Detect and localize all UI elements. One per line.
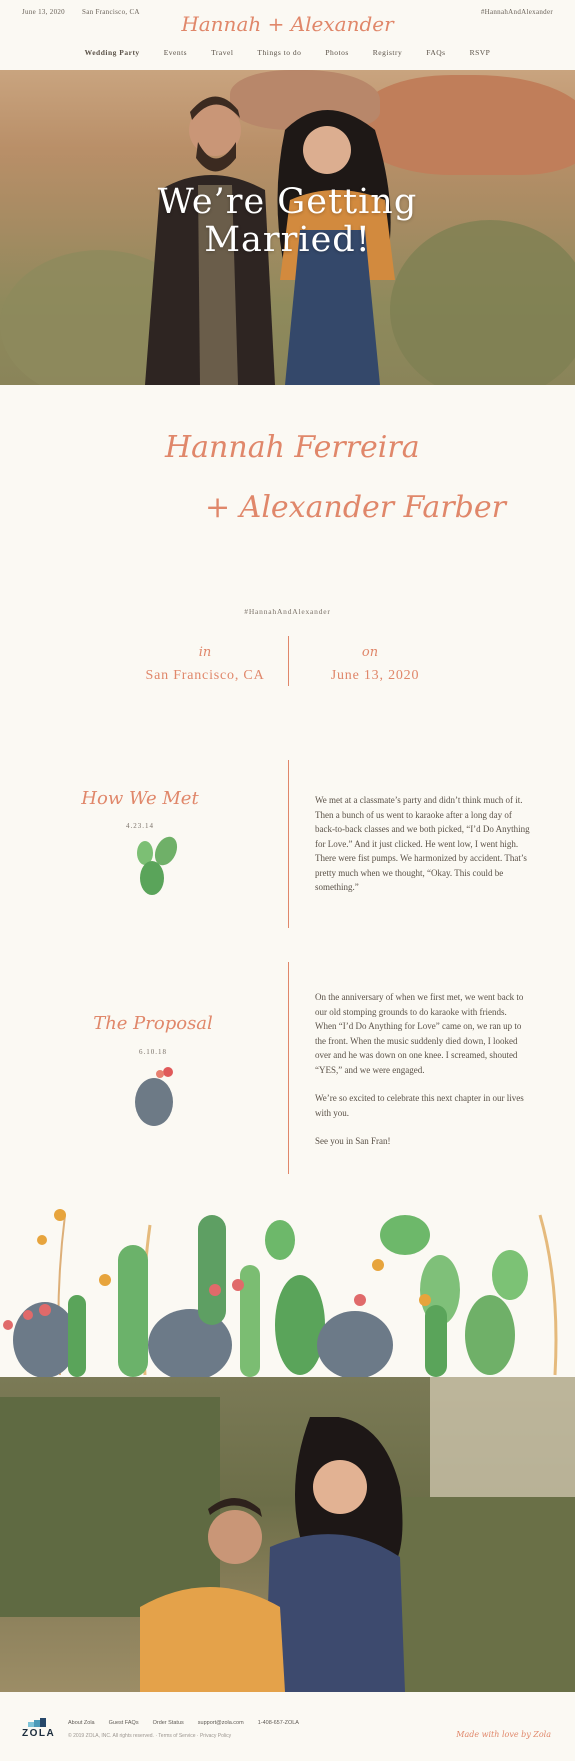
round-cactus-icon [135,1067,173,1126]
hero-title: We’re Getting Married! [0,183,575,259]
couple-photo [0,1377,575,1692]
made-with-love: Made with love by Zola [456,1730,551,1739]
cactus-icon [137,836,178,895]
footer-link-support-email[interactable]: support@zola.com [198,1720,244,1726]
nav-wedding-party[interactable]: Wedding Party [73,48,152,57]
nav-photos[interactable]: Photos [313,48,360,57]
nav-registry[interactable]: Registry [361,48,414,57]
couple-name-2: + Alexander Farber [205,490,506,525]
zola-logo-mark-icon [28,1718,46,1727]
nav-faqs[interactable]: FAQs [414,48,457,57]
story-date: 4.23.14 [126,822,154,830]
wedding-date: June 13, 2020 [330,668,420,683]
couple-figures [140,1417,405,1692]
in-label: in [198,645,212,660]
nav-rsvp[interactable]: RSVP [458,48,503,57]
wedding-location: San Francisco, CA [145,668,265,683]
story-date: 6.10.18 [139,1048,167,1056]
hero-title-line2: Married! [204,220,371,260]
story-paragraph: We met at a classmate’s party and didn’t… [315,795,530,892]
footer-link-phone[interactable]: 1-408-657-ZOLA [258,1720,299,1726]
couple-name-1: Hannah Ferreira [165,430,420,465]
story-paragraph: We’re so excited to celebrate this next … [315,1093,524,1118]
story-paragraph: See you in San Fran! [315,1136,391,1146]
header-hashtag: #HannahAndAlexander [480,8,553,16]
footer-link-about[interactable]: About Zola [68,1720,95,1726]
story-title: How We Met [81,788,199,809]
footer-links: About Zola Guest FAQs Order Status suppo… [68,1720,299,1726]
nav-things-to-do[interactable]: Things to do [245,48,313,57]
story-body: On the anniversary of when we first met,… [315,990,530,1163]
story-divider [288,962,289,1174]
nav-travel[interactable]: Travel [199,48,245,57]
footer-link-order-status[interactable]: Order Status [153,1720,184,1726]
main-nav: Wedding Party Events Travel Things to do… [0,48,575,57]
story-divider [288,760,289,928]
footer-copyright: © 2019 ZOLA, INC. All rights reserved. ·… [68,1733,232,1739]
footer-link-guest-faqs[interactable]: Guest FAQs [109,1720,139,1726]
story-body: We met at a classmate’s party and didn’t… [315,793,530,909]
couple-hashtag: #HannahAndAlexander [244,607,331,616]
hero-title-line1: We’re Getting [157,182,418,222]
hero-photo: We’re Getting Married! [0,70,575,385]
sky-shape [430,1377,575,1497]
story-title: The Proposal [93,1013,213,1034]
site-header: June 13, 2020 San Francisco, CA Hannah +… [0,0,575,70]
on-label: on [361,645,379,660]
site-footer [0,1692,575,1761]
story-paragraph: On the anniversary of when we first met,… [315,992,524,1075]
details-divider [288,636,289,686]
nav-events[interactable]: Events [152,48,199,57]
cactus-illustration-band [3,1209,558,1377]
zola-logo[interactable]: ZOLA [22,1728,55,1739]
